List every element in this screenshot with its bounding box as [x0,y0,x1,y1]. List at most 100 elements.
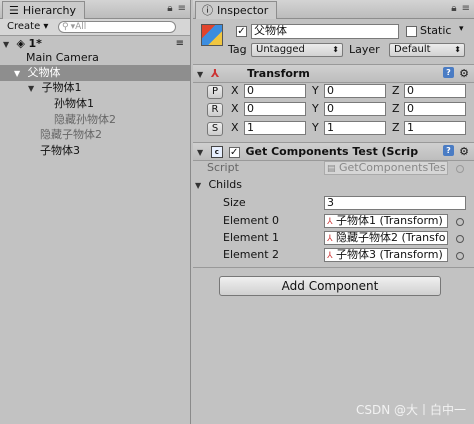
position-x-field[interactable]: 0 [244,84,306,98]
chevron-down-icon: ⬍ [332,45,339,54]
transform-axes-icon: ⅄ [327,234,333,244]
element-0-label: Element 0 [223,214,280,227]
transform-header[interactable]: ▼ ⅄ Transform ? ⚙ [193,64,474,83]
position-reset-button[interactable]: P [207,85,223,99]
childs-row[interactable]: ▼ Childs [195,178,242,193]
script-component-header[interactable]: ▼ c ✓ Get Components Test (Scrip ? ⚙ [193,142,474,161]
element-2-label: Element 2 [223,248,280,261]
object-picker-icon[interactable] [456,235,464,243]
hierarchy-item-child1[interactable]: ▼ 子物体1 [0,80,190,96]
hierarchy-item-child3[interactable]: 子物体3 [0,143,190,159]
scale-reset-button[interactable]: S [207,122,223,136]
hierarchy-panel: ☰ Hierarchy 🔒︎ ≡ Create ▾ ⚲ ▾All ▼ ◈ 1* … [0,0,191,424]
add-component-button[interactable]: Add Component [219,276,441,296]
expand-triangle-icon[interactable]: ▼ [195,179,205,193]
element-2-value: 子物体3 (Transform) [336,248,443,261]
inspector-panel: ⓘ Inspector 🔒︎ ≡ ✓ 父物体 Static ▾ Tag Unta… [193,0,474,424]
lock-icon[interactable]: 🔒︎ [451,3,456,14]
object-picker-icon[interactable] [456,252,464,260]
rotation-y-label: Y [312,102,319,115]
hierarchy-tabbar: ☰ Hierarchy 🔒︎ ≡ [0,0,190,19]
transform-axes-icon: ⅄ [210,67,220,80]
chevron-down-icon: ⬍ [454,45,461,54]
script-file-icon: ▤ [327,164,336,174]
scale-x-field[interactable]: 1 [244,121,306,135]
scale-z-field[interactable]: 1 [404,121,466,135]
info-icon: ⓘ [202,3,213,17]
object-picker-icon [456,165,464,173]
object-name-field[interactable]: 父物体 [251,24,399,39]
expand-triangle-icon[interactable]: ▼ [197,144,207,161]
rotation-y-field[interactable]: 0 [324,102,386,116]
help-icon[interactable]: ? [443,67,454,78]
help-icon[interactable]: ? [443,145,454,156]
tag-label: Tag [228,43,247,56]
script-label: Script [207,161,239,174]
script-value: GetComponentsTes [339,161,446,174]
watermark: CSDN @大丨白中一 [355,403,466,417]
hierarchy-item-label: 孙物体1 [54,97,94,110]
position-y-field[interactable]: 0 [324,84,386,98]
component-enabled-checkbox[interactable]: ✓ [228,146,240,158]
expand-triangle-icon[interactable]: ▼ [28,81,38,97]
script-component-title: Get Components Test (Scrip [245,145,419,158]
lock-icon[interactable]: 🔒︎ [167,3,172,14]
hierarchy-item-label: 隐藏子物体2 [40,128,102,141]
tab-inspector[interactable]: ⓘ Inspector [195,1,278,19]
element-1-field[interactable]: ⅄ 隐藏子物体2 (Transfo [324,231,448,245]
layer-dropdown[interactable]: Default ⬍ [389,43,465,57]
tab-inspector-label: Inspector [217,3,269,17]
static-dropdown-icon[interactable]: ▾ [459,24,464,34]
scale-y-field[interactable]: 1 [324,121,386,135]
element-1-value: 隐藏子物体2 (Transfo [336,231,446,244]
hierarchy-item-grandchild1[interactable]: 孙物体1 [0,96,190,112]
scale-x-label: X [231,121,239,134]
hierarchy-item-hidden-grandchild2[interactable]: 隐藏孙物体2 [0,112,190,128]
scale-y-label: Y [312,121,319,134]
size-field[interactable]: 3 [324,196,466,210]
hierarchy-item-main-camera[interactable]: Main Camera [0,50,190,66]
hierarchy-item-parent[interactable]: ▼ 父物体 [0,65,190,81]
position-z-label: Z [392,84,400,97]
search-placeholder: ▾All [70,22,87,32]
layer-value: Default [394,44,431,55]
childs-label: Childs [208,178,242,191]
position-z-field[interactable]: 0 [404,84,466,98]
hierarchy-item-label: Main Camera [26,51,99,64]
menu-icon[interactable]: ≡ [178,3,186,14]
rotation-z-label: Z [392,102,400,115]
rotation-reset-button[interactable]: R [207,103,223,117]
script-field: ▤ GetComponentsTes [324,161,448,175]
search-input[interactable]: ⚲ ▾All [58,21,176,33]
scale-z-label: Z [392,121,400,134]
hierarchy-item-hidden-child2[interactable]: 隐藏子物体2 [0,127,190,143]
hierarchy-item-label: 子物体3 [40,144,80,157]
transform-axes-icon: ⅄ [327,251,333,261]
element-0-field[interactable]: ⅄ 子物体1 (Transform) [324,214,448,228]
tag-dropdown[interactable]: Untagged ⬍ [251,43,343,57]
position-x-label: X [231,84,239,97]
static-checkbox[interactable] [406,26,417,37]
static-label: Static [420,24,452,37]
menu-icon[interactable]: ≡ [462,3,470,14]
element-1-label: Element 1 [223,231,280,244]
hierarchy-toolbar: Create ▾ ⚲ ▾All [0,19,190,36]
object-picker-icon[interactable] [456,218,464,226]
element-2-field[interactable]: ⅄ 子物体3 (Transform) [324,248,448,262]
active-checkbox[interactable]: ✓ [236,26,247,37]
expand-triangle-icon[interactable]: ▼ [197,66,207,83]
scene-name: 1* [28,37,42,50]
rotation-x-field[interactable]: 0 [244,102,306,116]
size-label: Size [223,196,246,209]
create-button[interactable]: Create ▾ [4,20,51,33]
tab-hierarchy[interactable]: ☰ Hierarchy [2,1,86,19]
hierarchy-item-label: 子物体1 [41,81,82,94]
unity-logo-icon: ◈ [16,37,25,50]
gameobject-icon [201,24,223,46]
inspector-tab-controls: 🔒︎ ≡ [451,3,470,14]
element-0-value: 子物体1 (Transform) [336,214,443,227]
gear-icon[interactable]: ⚙ [459,65,469,82]
position-y-label: Y [312,84,319,97]
gear-icon[interactable]: ⚙ [459,143,469,160]
rotation-z-field[interactable]: 0 [404,102,466,116]
